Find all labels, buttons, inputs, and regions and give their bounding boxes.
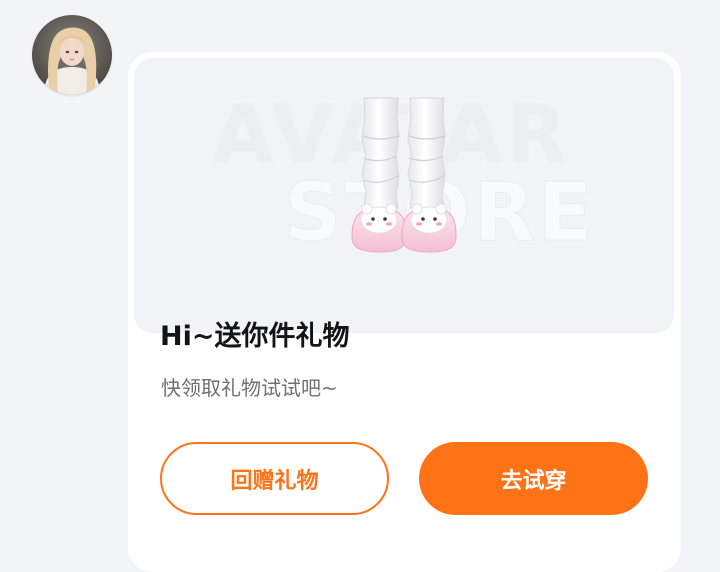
return-gift-button[interactable]: 回赠礼物 (160, 442, 389, 515)
try-on-label: 去试穿 (500, 468, 567, 494)
user-avatar-icon (32, 15, 112, 95)
return-gift-label: 回赠礼物 (230, 468, 319, 494)
avatar[interactable] (32, 15, 112, 95)
gift-banner: AVATAR STORE (134, 58, 674, 333)
try-on-button[interactable]: 去试穿 (419, 442, 648, 515)
gift-card: AVATAR STORE (128, 52, 681, 572)
sock-slippers-icon (351, 97, 457, 253)
gift-title: Hi~送你件礼物 (160, 321, 350, 352)
gift-subtitle: 快领取礼物试试吧~ (161, 376, 338, 400)
